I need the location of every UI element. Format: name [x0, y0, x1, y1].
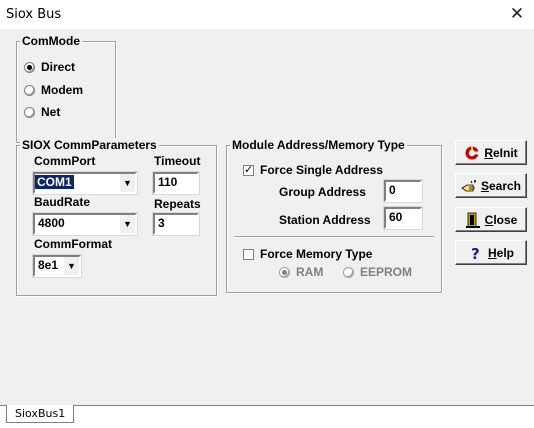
- reinit-button[interactable]: ReInit: [455, 140, 527, 165]
- repeats-label: Repeats: [154, 197, 201, 211]
- commformat-value: 8e1: [38, 258, 59, 272]
- help-mnemonic: H: [487, 245, 497, 260]
- tab-strip-line: [0, 405, 534, 406]
- radio-ram[interactable]: RAM: [279, 265, 323, 279]
- radio-modem[interactable]: Modem: [24, 83, 83, 97]
- close-button[interactable]: Close: [455, 207, 527, 232]
- close-label: lose: [493, 212, 518, 227]
- commmode-group-title: ComMode: [20, 34, 82, 48]
- tab-sioxbus1[interactable]: SioxBus1: [6, 405, 75, 423]
- radio-modem-indicator[interactable]: [24, 84, 35, 96]
- chevron-down-icon[interactable]: ▼: [119, 174, 135, 192]
- timeout-input[interactable]: 110: [152, 171, 200, 195]
- force-memory-type-check[interactable]: [243, 248, 254, 260]
- radio-direct[interactable]: Direct: [24, 60, 75, 74]
- baudrate-select[interactable]: 4800 ▼: [32, 212, 138, 236]
- reinit-icon: [464, 145, 480, 161]
- window-title: Siox Bus: [6, 7, 62, 22]
- search-label: earch: [488, 178, 522, 193]
- radio-direct-indicator[interactable]: [24, 61, 35, 73]
- chevron-down-icon[interactable]: ▼: [63, 257, 79, 275]
- radio-eeprom[interactable]: EEPROM: [343, 265, 412, 279]
- chevron-down-icon[interactable]: ▼: [119, 215, 135, 233]
- radio-modem-label: Modem: [41, 83, 83, 97]
- radio-net-label: Net: [41, 105, 61, 119]
- search-hand-icon: [461, 178, 477, 194]
- repeats-value: 3: [158, 216, 165, 230]
- radio-ram-indicator[interactable]: [279, 266, 290, 278]
- radio-eeprom-indicator[interactable]: [343, 266, 354, 278]
- commparams-group-title: SIOX CommParameters: [20, 138, 159, 152]
- radio-ram-label: RAM: [296, 265, 324, 279]
- help-question-icon: ?: [468, 245, 484, 261]
- commport-select[interactable]: COM1 ▼: [32, 171, 138, 195]
- commformat-label: CommFormat: [34, 237, 113, 251]
- radio-eeprom-label: EEPROM: [360, 265, 413, 279]
- force-memory-type-label: Force Memory Type: [260, 247, 373, 261]
- commport-label: CommPort: [34, 154, 96, 168]
- dialog-client-area: ComMode Direct Modem Net SIOX CommParame…: [0, 30, 534, 428]
- reinit-label: eInit: [493, 145, 518, 160]
- force-single-address-checkbox[interactable]: Force Single Address: [243, 163, 383, 177]
- baudrate-label: BaudRate: [34, 195, 91, 209]
- module-group-divider: [234, 236, 434, 238]
- force-single-address-label: Force Single Address: [260, 163, 383, 177]
- force-single-address-check[interactable]: [243, 163, 254, 176]
- window-close-button[interactable]: ✕: [502, 0, 532, 28]
- station-address-input[interactable]: 60: [383, 206, 423, 230]
- search-mnemonic: S: [480, 178, 489, 193]
- baudrate-value: 4800: [38, 216, 65, 230]
- tab-strip: SioxBus1: [0, 405, 534, 428]
- radio-direct-label: Direct: [41, 60, 76, 74]
- radio-net[interactable]: Net: [24, 105, 60, 119]
- close-door-icon: [465, 212, 481, 228]
- group-address-value: 0: [389, 183, 396, 197]
- station-address-label: Station Address: [279, 213, 371, 227]
- repeats-input[interactable]: 3: [152, 212, 200, 236]
- reinit-mnemonic: R: [484, 145, 493, 160]
- commport-value: COM1: [35, 175, 74, 189]
- timeout-value: 110: [158, 175, 178, 189]
- title-bar: Siox Bus ✕: [0, 0, 534, 30]
- force-memory-type-checkbox[interactable]: Force Memory Type: [243, 247, 372, 261]
- radio-net-indicator[interactable]: [24, 106, 35, 118]
- timeout-label: Timeout: [154, 154, 201, 168]
- help-label: elp: [496, 245, 514, 260]
- station-address-value: 60: [389, 210, 403, 224]
- group-address-label: Group Address: [279, 185, 366, 199]
- help-button[interactable]: ? Help: [455, 240, 527, 265]
- commformat-select[interactable]: 8e1 ▼: [32, 254, 82, 278]
- module-group-title: Module Address/Memory Type: [230, 138, 407, 152]
- svg-text:?: ?: [471, 245, 480, 261]
- search-button[interactable]: Search: [455, 173, 527, 198]
- group-address-input[interactable]: 0: [383, 179, 423, 203]
